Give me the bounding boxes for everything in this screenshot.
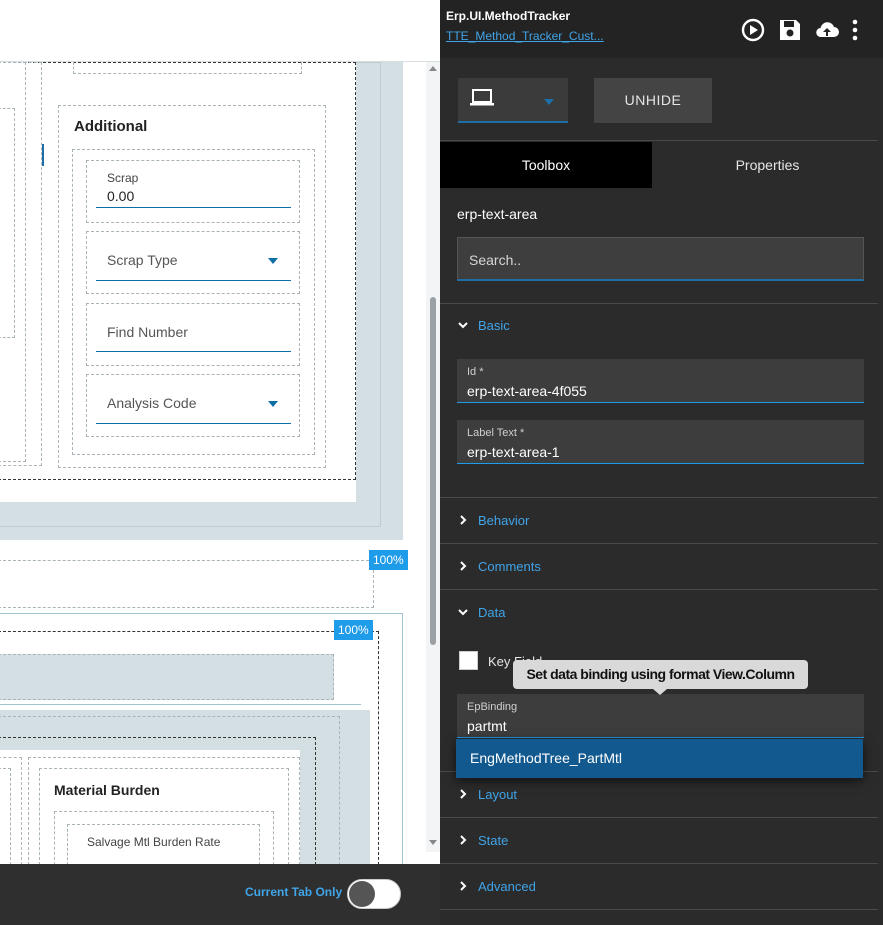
chevron-down-icon	[458, 609, 468, 616]
scroll-down-icon[interactable]	[429, 840, 437, 845]
panel-scrollbar[interactable]	[878, 58, 883, 925]
play-circle-icon[interactable]	[740, 17, 766, 43]
binding-tooltip: Set data binding using format View.Colum…	[513, 660, 808, 695]
label-text-field-value[interactable]: erp-text-area-1	[467, 444, 560, 460]
scroll-up-icon[interactable]	[429, 66, 437, 71]
ep-binding-value[interactable]: partmt	[467, 718, 507, 734]
device-select[interactable]	[458, 78, 568, 123]
scrap-type-select[interactable]: Scrap Type	[107, 252, 178, 268]
laptop-icon	[470, 89, 494, 106]
section-behavior[interactable]: Behavior	[440, 498, 883, 544]
chevron-down-icon[interactable]	[268, 401, 278, 407]
additional-group-top-sliver	[73, 62, 302, 74]
cloud-upload-icon[interactable]	[814, 17, 840, 43]
scrap-type-underline	[96, 280, 291, 281]
key-field-checkbox[interactable]	[459, 651, 478, 670]
section-state[interactable]: State	[440, 818, 883, 864]
lower-gray-strip-outline	[0, 654, 334, 700]
current-tab-only-toggle[interactable]	[347, 879, 401, 909]
app-title: Erp.UI.MethodTracker	[446, 9, 571, 23]
section-advanced-title: Advanced	[478, 879, 536, 894]
chevron-right-icon	[460, 561, 467, 571]
more-vertical-icon[interactable]	[848, 17, 862, 43]
binding-dropdown-option-label: EngMethodTree_PartMtl	[470, 750, 622, 766]
divider	[440, 909, 883, 910]
section-behavior-title: Behavior	[478, 513, 530, 528]
section-state-title: State	[478, 833, 509, 848]
divider	[440, 140, 883, 141]
chevron-right-icon	[460, 515, 467, 525]
canvas-vertical-scrollbar[interactable]	[426, 62, 440, 852]
id-field[interactable]: Id * erp-text-area-4f055	[457, 359, 864, 403]
canvas-bottom-bar: Current Tab Only	[0, 864, 440, 925]
label-text-field[interactable]: Label Text * erp-text-area-1	[457, 420, 864, 464]
panel-header: Erp.UI.MethodTracker TTE_Method_Tracker_…	[440, 0, 883, 58]
ep-binding-field[interactable]: EpBinding partmt	[457, 694, 864, 738]
chevron-down-icon[interactable]	[268, 258, 278, 264]
layer-link[interactable]: TTE_Method_Tracker_Cust...	[446, 29, 604, 43]
zoom-badge[interactable]: 100%	[369, 550, 408, 570]
lower-left-col-inner	[0, 768, 11, 865]
label-text-field-label: Label Text *	[467, 427, 525, 439]
analysis-code-underline	[96, 423, 291, 424]
section-comments[interactable]: Comments	[440, 544, 883, 590]
left-column-inner-2	[0, 62, 42, 466]
id-field-label: Id *	[467, 366, 484, 378]
zoom-badge[interactable]: 100%	[334, 620, 373, 640]
chevron-right-icon	[460, 789, 467, 799]
section-basic-title: Basic	[478, 318, 510, 333]
material-burden-title: Material Burden	[54, 782, 160, 798]
text-cursor-marker	[42, 144, 44, 166]
design-canvas[interactable]: Additional Scrap 0.00 Scrap Type Find Nu…	[0, 0, 440, 925]
find-number-input[interactable]: Find Number	[107, 324, 188, 340]
chevron-down-icon	[544, 99, 554, 105]
find-number-underline	[96, 351, 291, 352]
lower-divider	[0, 704, 361, 705]
toggle-knob	[349, 881, 375, 907]
canvas-top-bar	[0, 0, 440, 62]
salvage-mtl-burden-rate-label: Salvage Mtl Burden Rate	[87, 835, 221, 849]
section-layout-title: Layout	[478, 787, 518, 802]
save-icon[interactable]	[777, 17, 803, 43]
tooltip-pointer	[653, 689, 667, 695]
ep-binding-label: EpBinding	[467, 701, 518, 713]
middle-container	[0, 560, 374, 608]
search-input[interactable]: Search..	[457, 237, 864, 281]
section-advanced[interactable]: Advanced	[440, 864, 883, 910]
scrap-value[interactable]: 0.00	[107, 188, 134, 204]
current-tab-only-label: Current Tab Only	[245, 885, 343, 899]
scrollbar-thumb[interactable]	[430, 297, 436, 645]
tab-toolbox[interactable]: Toolbox	[440, 142, 652, 188]
search-placeholder: Search..	[469, 252, 522, 268]
additional-title: Additional	[74, 118, 148, 135]
analysis-code-select[interactable]: Analysis Code	[107, 395, 197, 411]
id-field-value[interactable]: erp-text-area-4f055	[467, 383, 587, 399]
chevron-right-icon	[460, 881, 467, 891]
section-data[interactable]: Data	[440, 590, 883, 636]
chevron-down-icon	[458, 322, 468, 329]
designer-side-panel: Erp.UI.MethodTracker TTE_Method_Tracker_…	[440, 0, 883, 925]
section-comments-title: Comments	[478, 559, 541, 574]
binding-tooltip-text: Set data binding using format View.Colum…	[526, 666, 795, 682]
section-layout[interactable]: Layout	[440, 772, 883, 818]
unhide-button[interactable]: UNHIDE	[594, 78, 712, 123]
binding-dropdown-option[interactable]: EngMethodTree_PartMtl	[456, 739, 863, 778]
scrap-underline	[96, 207, 291, 208]
section-basic[interactable]: Basic	[440, 303, 883, 349]
chevron-right-icon	[460, 835, 467, 845]
section-data-title: Data	[478, 605, 506, 620]
scrap-label: Scrap	[107, 171, 139, 185]
tab-properties[interactable]: Properties	[652, 142, 883, 188]
component-name: erp-text-area	[457, 206, 538, 222]
